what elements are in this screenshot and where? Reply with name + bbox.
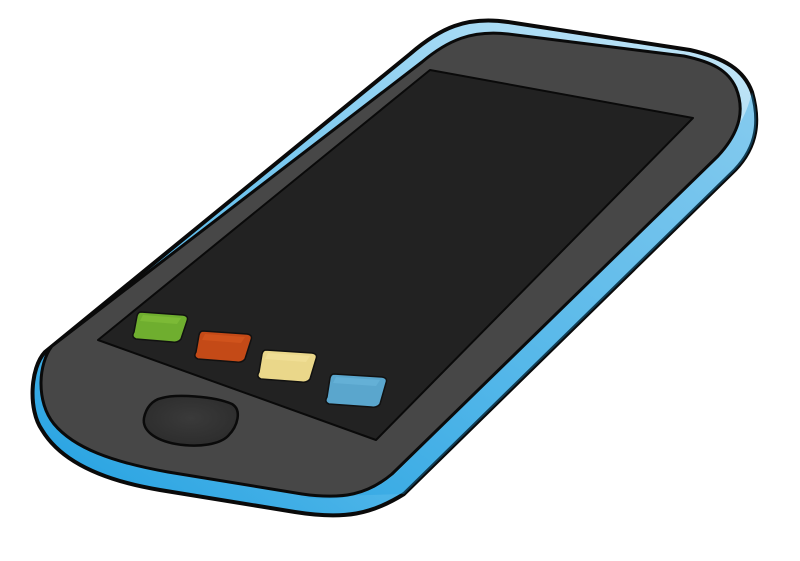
home-button[interactable]	[142, 394, 240, 447]
phone-illustration	[0, 0, 800, 561]
orange-app-icon[interactable]	[194, 330, 253, 363]
home-button-icon[interactable]	[142, 394, 240, 447]
smartphone-drawing	[30, 18, 759, 518]
blue-app-icon[interactable]	[325, 373, 388, 408]
yellow-app-icon[interactable]	[257, 349, 318, 383]
green-app-icon[interactable]	[132, 311, 189, 343]
